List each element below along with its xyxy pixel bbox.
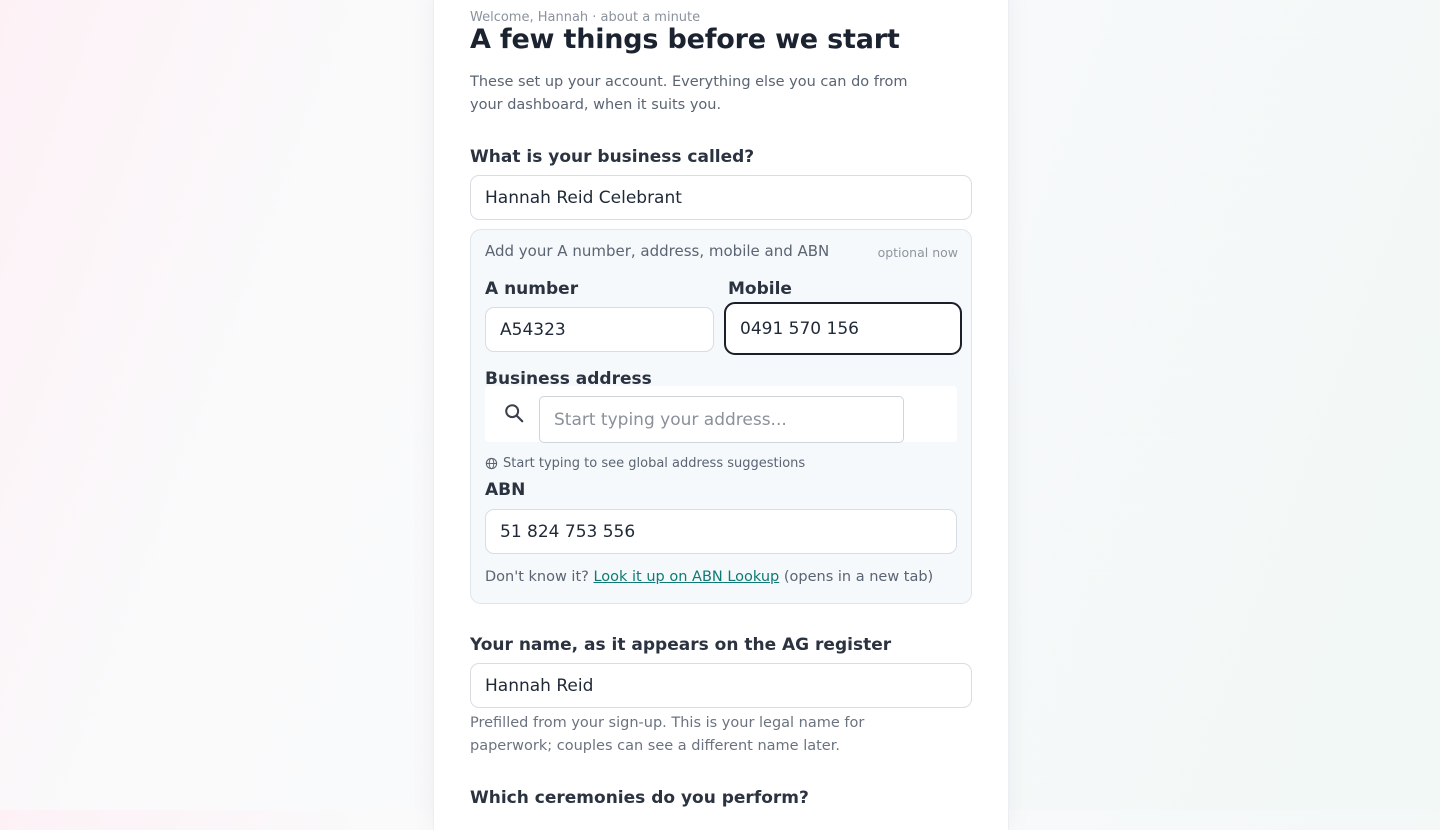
details-panel-title: Add your A number, address, mobile and A… — [485, 242, 830, 260]
welcome-eyebrow: Welcome, Hannah · about a minute — [470, 10, 701, 25]
address-hint: Start typing to see global address sugge… — [485, 456, 805, 471]
business-name-label: What is your business called? — [470, 147, 755, 167]
details-panel: Add your A number, address, mobile and A… — [470, 229, 972, 604]
globe-icon — [485, 457, 498, 470]
address-hint-text: Start typing to see global address sugge… — [503, 456, 806, 471]
a-number-input[interactable] — [485, 307, 714, 352]
abn-input[interactable] — [485, 509, 957, 554]
register-name-help: Prefilled from your sign-up. This is you… — [470, 715, 865, 754]
mobile-input[interactable] — [724, 302, 962, 355]
business-address-input[interactable] — [539, 396, 904, 443]
business-name-input[interactable] — [470, 175, 972, 220]
abn-label: ABN — [485, 480, 526, 500]
abn-help-suffix: (opens in a new tab) — [783, 569, 934, 585]
optional-badge: optional now — [877, 245, 958, 260]
abn-help: Don't know it? Look it up on ABN Lookup … — [485, 569, 933, 585]
mobile-label: Mobile — [728, 279, 792, 299]
register-name-input[interactable] — [470, 663, 972, 708]
address-search-row — [485, 386, 957, 443]
onboarding-card: Welcome, Hannah · about a minute A few t… — [433, 0, 1009, 830]
register-name-label: Your name, as it appears on the AG regis… — [470, 635, 892, 655]
abn-lookup-link[interactable]: Look it up on ABN Lookup — [593, 569, 779, 585]
abn-help-prefix: Don't know it? — [485, 569, 589, 585]
intro-text: These set up your account. Everything el… — [470, 74, 908, 113]
search-icon — [505, 404, 524, 423]
page-title: A few things before we start — [470, 24, 900, 55]
ceremonies-label: Which ceremonies do you perform? — [470, 788, 809, 808]
a-number-label: A number — [485, 279, 579, 299]
